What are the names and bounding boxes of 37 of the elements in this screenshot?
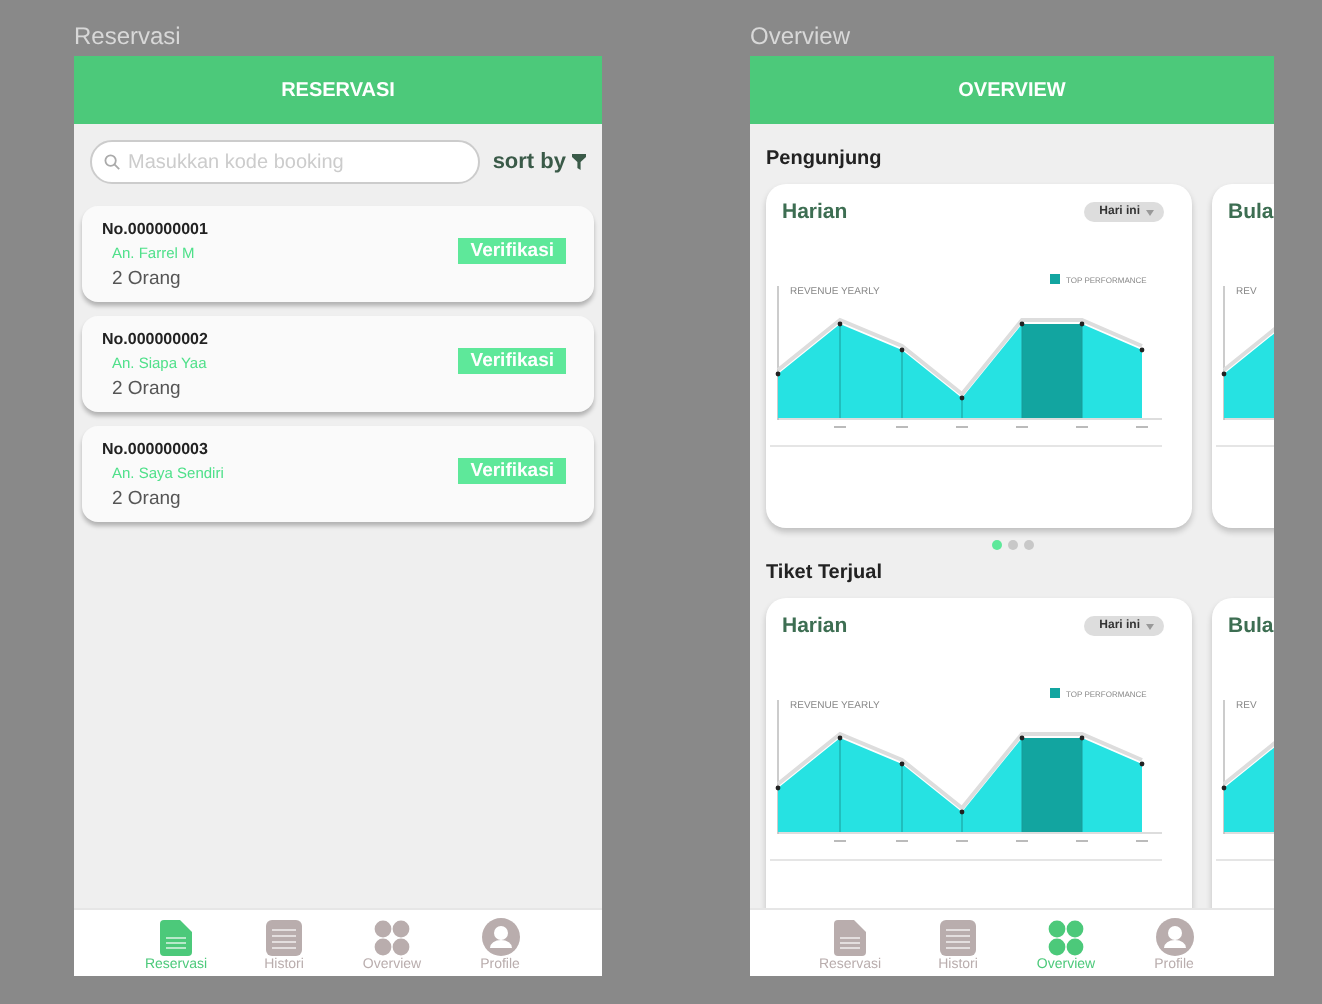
verify-button[interactable]: Verifikasi xyxy=(458,237,566,263)
profile-icon xyxy=(481,918,519,956)
document-icon xyxy=(834,920,866,956)
verify-button[interactable]: Verifikasi xyxy=(458,457,566,483)
page-dot[interactable] xyxy=(1007,540,1017,550)
list-icon xyxy=(266,920,302,956)
document-icon xyxy=(160,920,192,956)
section-title: Tiket Terjual xyxy=(766,562,884,584)
section-title: Pengunjung xyxy=(766,148,884,170)
guest-count: 2 Orang xyxy=(112,377,183,399)
card-title: Harian xyxy=(782,614,848,638)
card-title: Bula xyxy=(1228,200,1274,224)
profile-icon xyxy=(1155,918,1193,956)
area-chart-drawing xyxy=(1221,285,1274,421)
screen-label: Overview xyxy=(750,20,853,54)
screen-label: Reservasi xyxy=(74,20,183,54)
search-icon xyxy=(104,154,120,170)
area-chart-drawing xyxy=(1221,699,1274,835)
booking-number: No.000000003 xyxy=(102,439,210,457)
guest-count: 2 Orang xyxy=(112,267,183,289)
booking-number: No.000000001 xyxy=(102,219,208,237)
filter-icon[interactable] xyxy=(572,154,586,170)
app-header: OVERVIEW xyxy=(750,56,1274,124)
sort-label[interactable]: sort by xyxy=(492,150,566,174)
caret-icon xyxy=(1146,623,1154,629)
caret-icon xyxy=(1146,209,1154,215)
card-title: Bula xyxy=(1228,614,1274,638)
verify-button[interactable]: Verifikasi xyxy=(458,347,566,373)
page-dot[interactable] xyxy=(991,540,1001,550)
list-icon xyxy=(940,920,976,956)
guest-count: 2 Orang xyxy=(112,487,183,509)
card-title: Harian xyxy=(782,200,848,224)
grid-icon xyxy=(1048,920,1084,956)
page-dot[interactable] xyxy=(1023,540,1033,550)
grid-icon xyxy=(374,920,410,956)
booking-number: No.000000002 xyxy=(102,329,208,347)
app-header: RESERVASI xyxy=(74,56,602,124)
